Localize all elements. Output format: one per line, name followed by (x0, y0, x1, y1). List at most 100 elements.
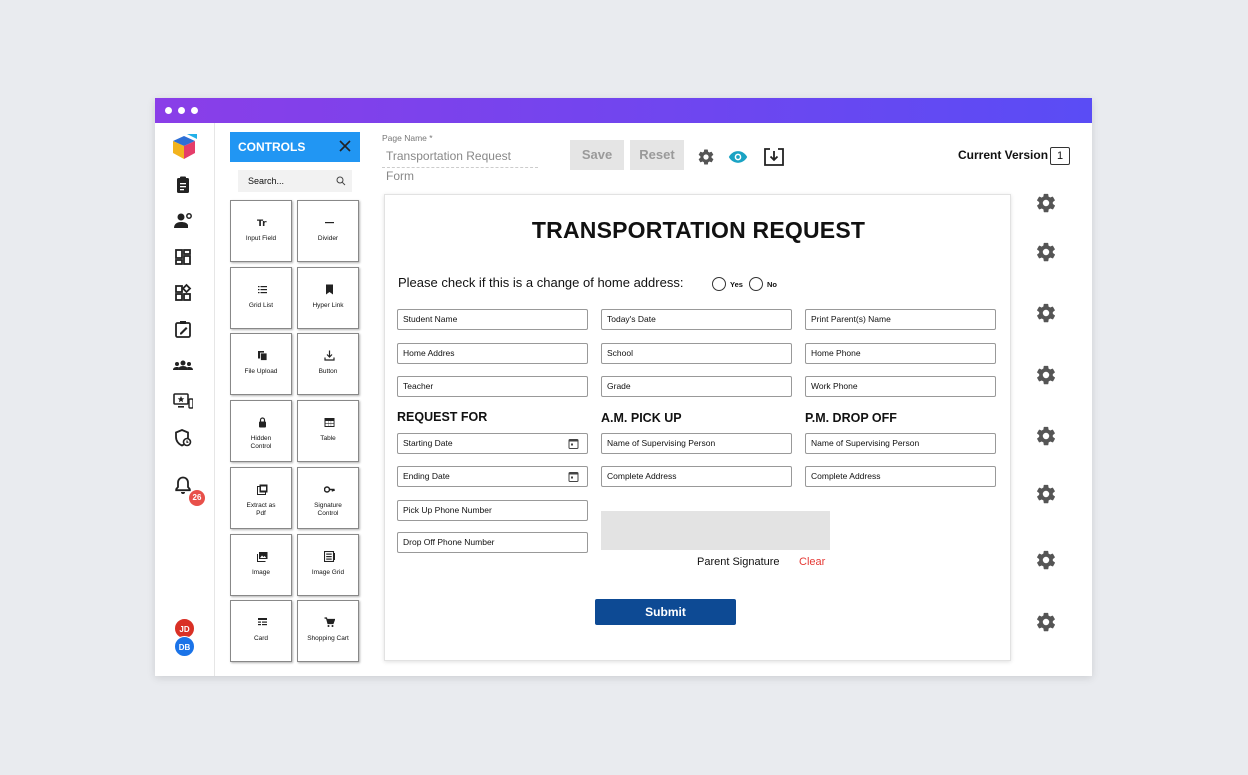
controls-panel-title: CONTROLS (238, 140, 306, 154)
control-shopping-cart[interactable]: Shopping Cart (297, 600, 359, 662)
dashboard-icon[interactable] (173, 247, 193, 267)
yes-radio[interactable] (712, 277, 726, 291)
close-icon[interactable] (338, 139, 352, 153)
clipboard-icon[interactable] (173, 175, 193, 195)
app-window: 26 JD DB CONTROLS Search... Tr Input Fie… (155, 98, 1092, 676)
gear-icon[interactable] (1035, 241, 1057, 263)
gear-icon[interactable] (1035, 611, 1057, 633)
svg-text:Tr: Tr (257, 219, 267, 228)
user-settings-icon[interactable] (173, 211, 193, 231)
work-phone-field[interactable]: Work Phone (805, 376, 996, 397)
grade-field[interactable]: Grade (601, 376, 792, 397)
school-field[interactable]: School (601, 343, 792, 364)
control-extract-pdf[interactable]: Extract as Pdf (230, 467, 292, 529)
preview-eye-icon[interactable] (728, 148, 748, 166)
divider-icon (325, 222, 334, 224)
am-address-field[interactable]: Complete Address (601, 466, 792, 487)
file-copy-icon (258, 351, 268, 361)
clear-signature-link[interactable]: Clear (799, 556, 825, 568)
monitor-star-icon[interactable] (173, 391, 194, 411)
pm-address-field[interactable]: Complete Address (805, 466, 996, 487)
image-icon (257, 552, 268, 562)
security-icon[interactable] (173, 428, 193, 448)
gear-icon[interactable] (1035, 483, 1057, 505)
control-file-upload[interactable]: File Upload (230, 333, 292, 395)
signature-pad[interactable] (601, 511, 830, 550)
dropoff-phone-field[interactable]: Drop Off Phone Number (397, 532, 588, 553)
no-label: No (767, 280, 777, 289)
pm-supervisor-field[interactable]: Name of Supervising Person (805, 433, 996, 454)
calendar-icon[interactable] (568, 471, 579, 482)
notification-badge: 26 (189, 490, 205, 506)
home-phone-field[interactable]: Home Phone (805, 343, 996, 364)
am-supervisor-field[interactable]: Name of Supervising Person (601, 433, 792, 454)
ending-date-field[interactable]: Ending Date (397, 466, 588, 487)
search-icon (336, 176, 346, 186)
control-image-grid[interactable]: Image Grid (297, 534, 359, 596)
gear-icon[interactable] (1035, 425, 1057, 447)
control-card[interactable]: Card (230, 600, 292, 662)
control-hidden-control[interactable]: Hidden Control (230, 400, 292, 462)
control-button[interactable]: Button (297, 333, 359, 395)
bookmark-icon (326, 284, 333, 295)
gear-icon[interactable] (696, 148, 716, 166)
control-label: Divider (317, 235, 339, 242)
avatar[interactable]: DB (174, 636, 195, 657)
control-label: Button (318, 368, 338, 375)
submit-button[interactable]: Submit (595, 599, 736, 625)
key-icon (324, 486, 335, 493)
control-table[interactable]: Table (297, 400, 359, 462)
control-label: Hyper Link (312, 302, 344, 309)
control-grid-list[interactable]: Grid List (230, 267, 292, 329)
gear-icon[interactable] (1035, 364, 1057, 386)
control-label: Extract as Pdf (246, 502, 276, 517)
controls-panel-header: CONTROLS (230, 132, 360, 162)
form-title: TRANSPORTATION REQUEST (531, 217, 866, 243)
control-label: Signature Control (314, 502, 342, 517)
control-divider[interactable]: Divider (297, 200, 359, 262)
starting-date-field[interactable]: Starting Date (397, 433, 588, 454)
address-change-question: Please check if this is a change of home… (398, 275, 684, 290)
window-dot-icon[interactable] (191, 107, 198, 114)
gear-icon[interactable] (1035, 549, 1057, 571)
control-signature[interactable]: Signature Control (297, 467, 359, 529)
parent-name-field[interactable]: Print Parent(s) Name (805, 309, 996, 330)
field-label: Ending Date (403, 471, 450, 481)
download-icon (324, 350, 335, 361)
control-hyper-link[interactable]: Hyper Link (297, 267, 359, 329)
save-button[interactable]: Save (570, 140, 624, 170)
pdf-icon (257, 484, 268, 495)
calendar-icon[interactable] (568, 438, 579, 449)
app-logo-icon[interactable] (171, 133, 197, 161)
student-name-field[interactable]: Student Name (397, 309, 588, 330)
cart-icon (324, 617, 335, 627)
title-bar (155, 98, 1092, 123)
image-grid-icon (324, 551, 335, 562)
groups-icon[interactable] (173, 355, 193, 375)
page-name-label: Page Name * (382, 133, 433, 143)
teacher-field[interactable]: Teacher (397, 376, 588, 397)
control-label: Image (251, 569, 271, 576)
window-dot-icon[interactable] (178, 107, 185, 114)
home-address-field[interactable]: Home Addres (397, 343, 588, 364)
window-dot-icon[interactable] (165, 107, 172, 114)
control-input-field[interactable]: Tr Input Field (230, 200, 292, 262)
control-image[interactable]: Image (230, 534, 292, 596)
page-name-input[interactable]: Transportation Request Form (382, 146, 538, 183)
controls-panel: CONTROLS Search... Tr Input Field Divide… (230, 132, 360, 676)
lock-icon (259, 417, 266, 428)
gear-icon[interactable] (1035, 192, 1057, 214)
am-pickup-heading: A.M. PICK UP (601, 411, 682, 425)
gear-icon[interactable] (1035, 302, 1057, 324)
no-radio[interactable] (749, 277, 763, 291)
current-version-value[interactable]: 1 (1050, 147, 1070, 165)
current-version-label: Current Version (958, 148, 1049, 162)
card-icon (258, 618, 267, 626)
todays-date-field[interactable]: Today's Date (601, 309, 792, 330)
edit-note-icon[interactable] (173, 319, 193, 339)
widgets-icon[interactable] (173, 283, 193, 303)
export-download-icon[interactable] (764, 148, 784, 166)
pickup-phone-field[interactable]: Pick Up Phone Number (397, 500, 588, 521)
reset-button[interactable]: Reset (630, 140, 684, 170)
controls-search-input[interactable]: Search... (238, 170, 352, 192)
